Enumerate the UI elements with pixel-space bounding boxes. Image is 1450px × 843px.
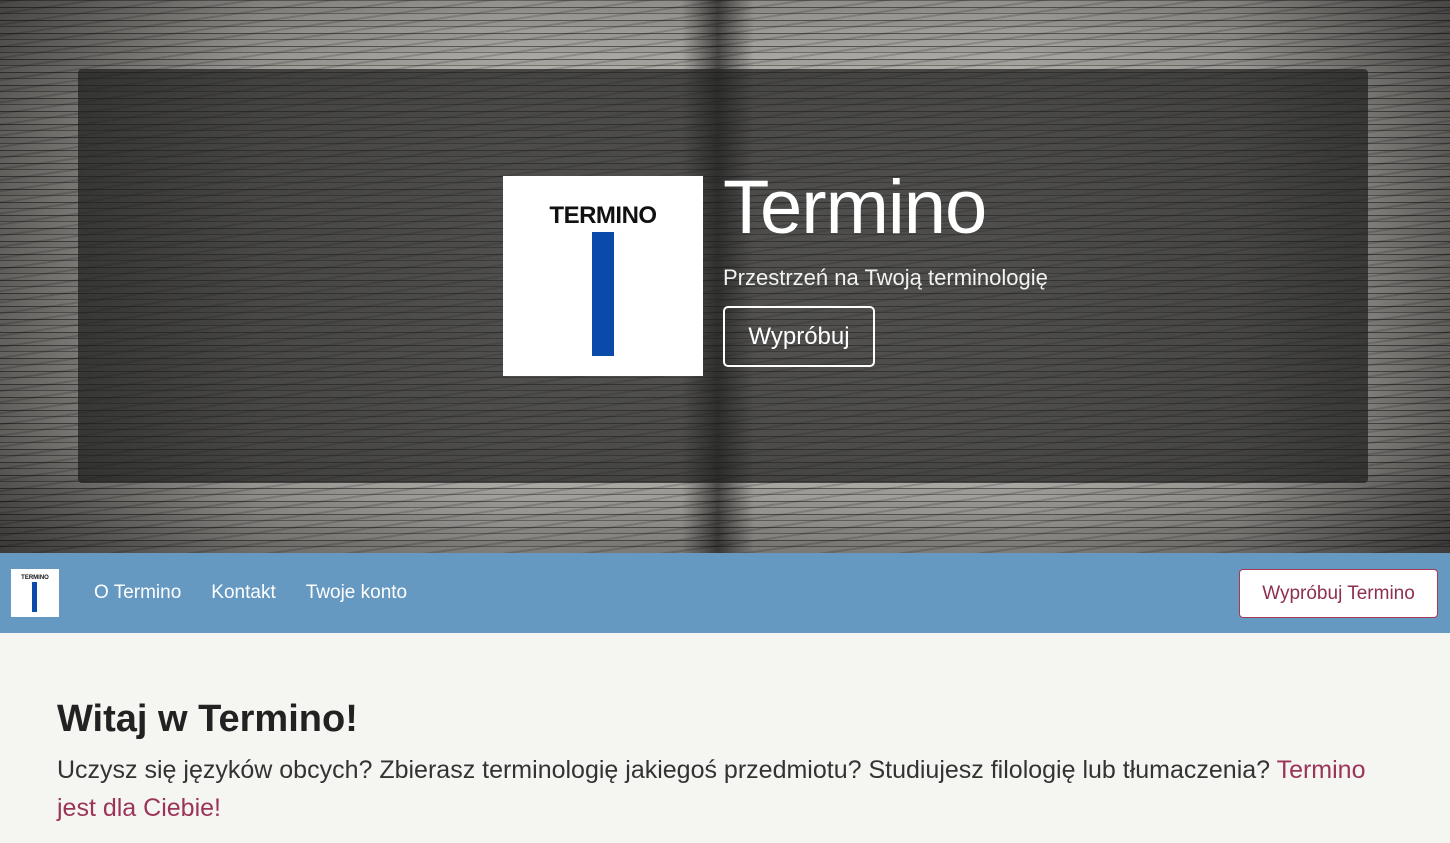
hero-banner: TERMINO Termino Przestrzeń na Twoją term… [0, 0, 1450, 553]
welcome-heading: Witaj w Termino! [57, 698, 358, 740]
nav-link-about[interactable]: O Termino [94, 582, 181, 604]
hero-subtitle: Przestrzeń na Twoją terminologię [723, 265, 1048, 290]
termino-logo: TERMINO [503, 176, 703, 376]
logo-bar-icon [592, 232, 614, 356]
logo-wordmark: TERMINO [549, 202, 657, 229]
navbar-logo[interactable]: TERMINO [11, 569, 59, 617]
nav-link-account[interactable]: Twoje konto [306, 582, 407, 604]
try-termino-button[interactable]: Wypróbuj Termino [1239, 569, 1438, 618]
welcome-intro-text: Uczysz się języków obcych? Zbierasz term… [57, 756, 1277, 784]
main-navbar: TERMINO O Termino Kontakt Twoje konto Wy… [0, 553, 1450, 633]
nav-link-contact[interactable]: Kontakt [211, 582, 275, 604]
navbar-logo-bar-icon [32, 582, 37, 612]
welcome-paragraph: Uczysz się języków obcych? Zbierasz term… [57, 751, 1394, 827]
try-button[interactable]: Wypróbuj [723, 306, 875, 367]
navbar-logo-wordmark: TERMINO [21, 575, 49, 581]
hero-text-block: Termino Przestrzeń na Twoją terminologię… [723, 166, 1048, 367]
nav-links: O Termino Kontakt Twoje konto [94, 553, 407, 633]
main-content: Witaj w Termino! Uczysz się języków obcy… [0, 633, 1450, 843]
hero-title: Termino [723, 165, 987, 250]
